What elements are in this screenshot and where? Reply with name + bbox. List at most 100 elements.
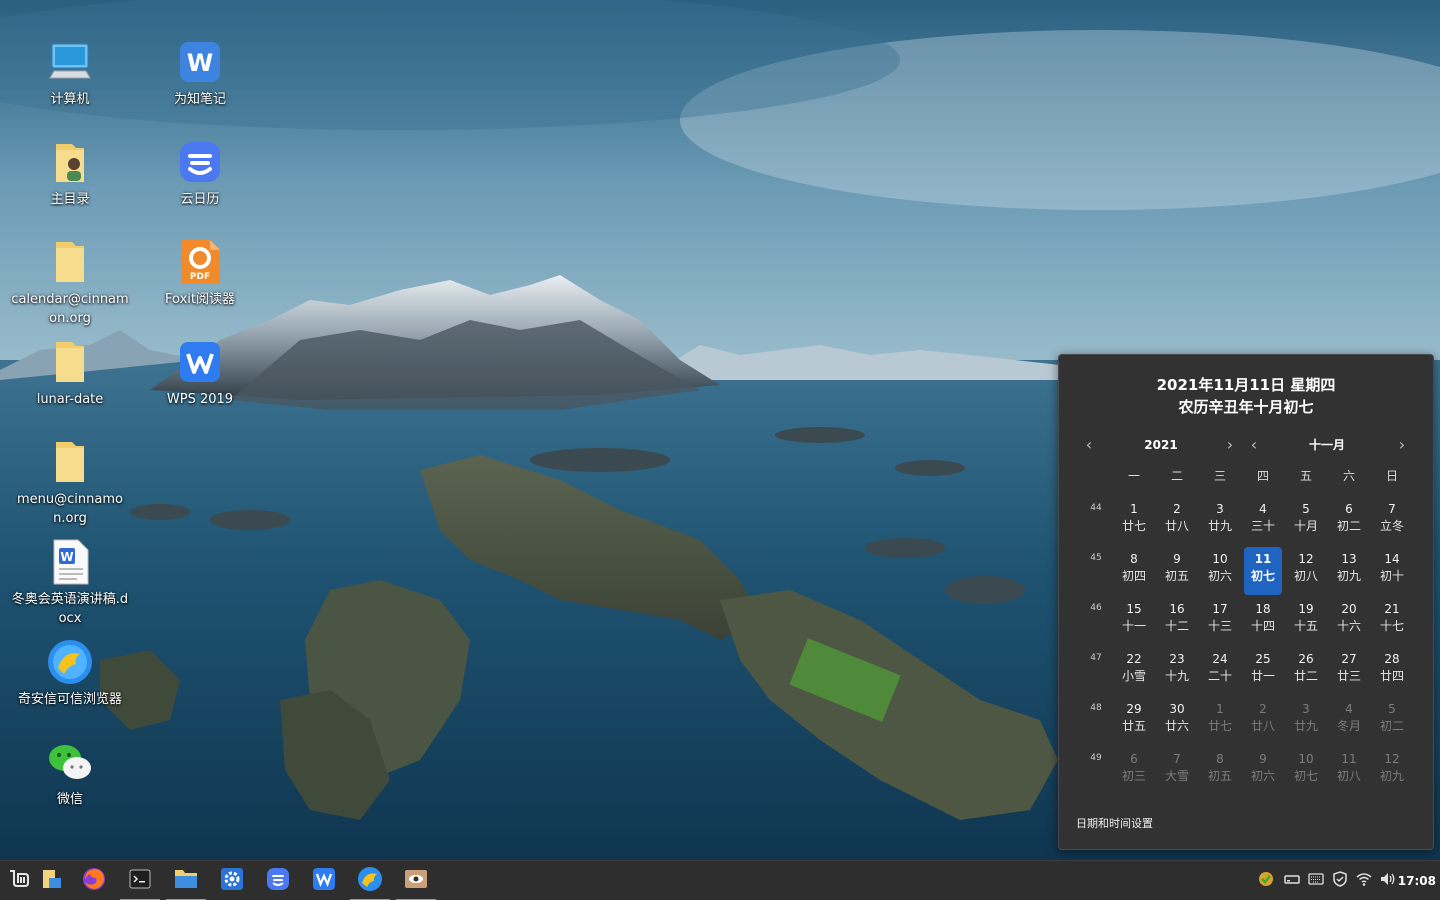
previous-year-button[interactable]: ‹ (1081, 435, 1097, 455)
desktop-icon-qianxin-browser[interactable]: 奇安信可信浏览器 (10, 638, 130, 709)
tray-shield[interactable] (1330, 861, 1350, 900)
calendar-day[interactable]: 5 初二 (1373, 697, 1411, 745)
day-number: 6 (1345, 502, 1353, 516)
year-label: 2021 (1144, 438, 1178, 452)
calendar-day[interactable]: 7 大雪 (1158, 747, 1196, 795)
firefox-icon (81, 866, 107, 896)
calendar-day[interactable]: 8 初四 (1115, 547, 1153, 595)
taskbar-qianxin-browser[interactable] (350, 861, 390, 900)
calendar-day[interactable]: 2 廿八 (1244, 697, 1282, 745)
calendar-day[interactable]: 21 十七 (1373, 597, 1411, 645)
lunar-day-label: 廿七 (1121, 519, 1146, 533)
calendar-day[interactable]: 30 廿六 (1158, 697, 1196, 745)
calendar-day[interactable]: 17 十三 (1201, 597, 1239, 645)
day-number: 11 (1254, 552, 1272, 566)
desktop-icon-cloud-calendar[interactable]: 云日历 (140, 138, 260, 209)
desktop-icon-calendar-applet-folder[interactable]: calendar@cinnamon.org (10, 238, 130, 328)
day-number: 22 (1126, 652, 1142, 666)
calendar-day[interactable]: 15 十一 (1115, 597, 1153, 645)
calendar-day[interactable]: 12 初九 (1373, 747, 1411, 795)
calendar-day[interactable]: 22 小雪 (1115, 647, 1153, 695)
tray-update-manager[interactable] (1256, 861, 1276, 900)
calendar-day[interactable]: 9 初五 (1158, 547, 1196, 595)
tray-removable-drive[interactable] (1282, 861, 1302, 900)
calendar-day[interactable]: 28 廿四 (1373, 647, 1411, 695)
previous-month-button[interactable]: ‹ (1246, 435, 1262, 455)
calendar-day[interactable]: 16 十二 (1158, 597, 1196, 645)
day-number: 10 (1212, 552, 1228, 566)
calendar-day[interactable]: 23 十九 (1158, 647, 1196, 695)
wps-icon (176, 338, 224, 386)
calendar-day[interactable]: 2 廿八 (1158, 497, 1196, 545)
day-number: 3 (1302, 702, 1310, 716)
desktop-icon-wechat[interactable]: 微信 (10, 738, 130, 809)
lunar-day-label: 立冬 (1379, 519, 1404, 533)
update-manager-icon (1258, 871, 1274, 891)
calendar-day[interactable]: 4 冬月 (1330, 697, 1368, 745)
calendar-day[interactable]: 14 初十 (1373, 547, 1411, 595)
calendar-day[interactable]: 24 二十 (1201, 647, 1239, 695)
calendar-day[interactable]: 4 三十 (1244, 497, 1282, 545)
calendar-day[interactable]: 20 十六 (1330, 597, 1368, 645)
taskbar-cloud-calendar[interactable] (258, 861, 298, 900)
calendar-day[interactable]: 10 初六 (1201, 547, 1239, 595)
lunar-day-label: 初九 (1379, 769, 1404, 783)
lunar-day-label: 初十 (1379, 569, 1404, 583)
lunar-day-label: 廿四 (1379, 669, 1404, 683)
calendar-day[interactable]: 5 十月 (1287, 497, 1325, 545)
calendar-day[interactable]: 3 廿九 (1201, 497, 1239, 545)
taskbar-file-manager[interactable] (166, 861, 206, 900)
calendar-day[interactable]: 27 廿三 (1330, 647, 1368, 695)
calendar-day[interactable]: 19 十五 (1287, 597, 1325, 645)
wiz-note-icon: W (176, 38, 224, 86)
calendar-lunar-heading: 农历辛丑年十月初七 (1178, 398, 1314, 416)
tray-wifi[interactable] (1354, 861, 1374, 900)
calendar-day[interactable]: 11 初八 (1330, 747, 1368, 795)
calendar-day[interactable]: 1 廿七 (1201, 697, 1239, 745)
calendar-day[interactable]: 10 初七 (1287, 747, 1325, 795)
taskbar-show-desktop[interactable] (32, 861, 72, 900)
next-year-button[interactable]: › (1222, 435, 1238, 455)
calendar-day-today[interactable]: 11 初七 (1244, 547, 1282, 595)
calendar-day[interactable]: 18 十四 (1244, 597, 1282, 645)
desktop-icon-computer[interactable]: 计算机 (10, 38, 130, 109)
calendar-day[interactable]: 12 初八 (1287, 547, 1325, 595)
desktop-icon-wps[interactable]: WPS 2019 (140, 338, 260, 409)
taskbar-system-settings[interactable] (212, 861, 252, 900)
volume-icon (1380, 871, 1396, 891)
desktop-icon-label: menu@cinnamon.org (17, 492, 123, 526)
tray-volume[interactable] (1378, 861, 1398, 900)
calendar-day[interactable]: 25 廿一 (1244, 647, 1282, 695)
calendar-day[interactable]: 6 初二 (1330, 497, 1368, 545)
calendar-day[interactable]: 26 廿二 (1287, 647, 1325, 695)
mint-menu-icon (8, 867, 32, 895)
next-month-button[interactable]: › (1394, 435, 1410, 455)
desktop-icon-wiz-note[interactable]: W 为知笔记 (140, 38, 260, 109)
calendar-day[interactable]: 7 立冬 (1373, 497, 1411, 545)
calendar-day[interactable]: 9 初六 (1244, 747, 1282, 795)
lunar-day-label: 廿八 (1250, 719, 1275, 733)
calendar-day[interactable]: 3 廿九 (1287, 697, 1325, 745)
tray-keyboard[interactable] (1306, 861, 1326, 900)
day-number: 9 (1259, 752, 1267, 766)
taskbar-screen-eye[interactable] (396, 861, 436, 900)
date-time-settings-link[interactable]: 日期和时间设置 (1076, 815, 1153, 831)
taskbar-clock[interactable]: 17:08 (1398, 861, 1436, 900)
desktop-icon-menu-applet-folder[interactable]: menu@cinnamon.org (10, 438, 130, 528)
desktop-icon-speech-docx[interactable]: W 冬奥会英语演讲稿.docx (10, 538, 130, 628)
desktop-icon-foxit[interactable]: PDF Foxit阅读器 (140, 238, 260, 309)
calendar-day[interactable]: 29 廿五 (1115, 697, 1153, 745)
week-number: 48 (1090, 703, 1102, 713)
taskbar-terminal[interactable] (120, 861, 160, 900)
lunar-day-label: 廿九 (1293, 719, 1318, 733)
calendar-day[interactable]: 8 初五 (1201, 747, 1239, 795)
calendar-day[interactable]: 6 初三 (1115, 747, 1153, 795)
calendar-day[interactable]: 1 廿七 (1115, 497, 1153, 545)
taskbar-wps[interactable] (304, 861, 344, 900)
calendar-day[interactable]: 13 初九 (1330, 547, 1368, 595)
lunar-day-label: 初二 (1379, 719, 1404, 733)
desktop-icon-home[interactable]: 主目录 (10, 138, 130, 209)
desktop-icon-lunar-date[interactable]: lunar-date (10, 338, 130, 409)
taskbar-firefox[interactable] (74, 861, 114, 900)
desktop-icon-label: 计算机 (50, 92, 90, 107)
